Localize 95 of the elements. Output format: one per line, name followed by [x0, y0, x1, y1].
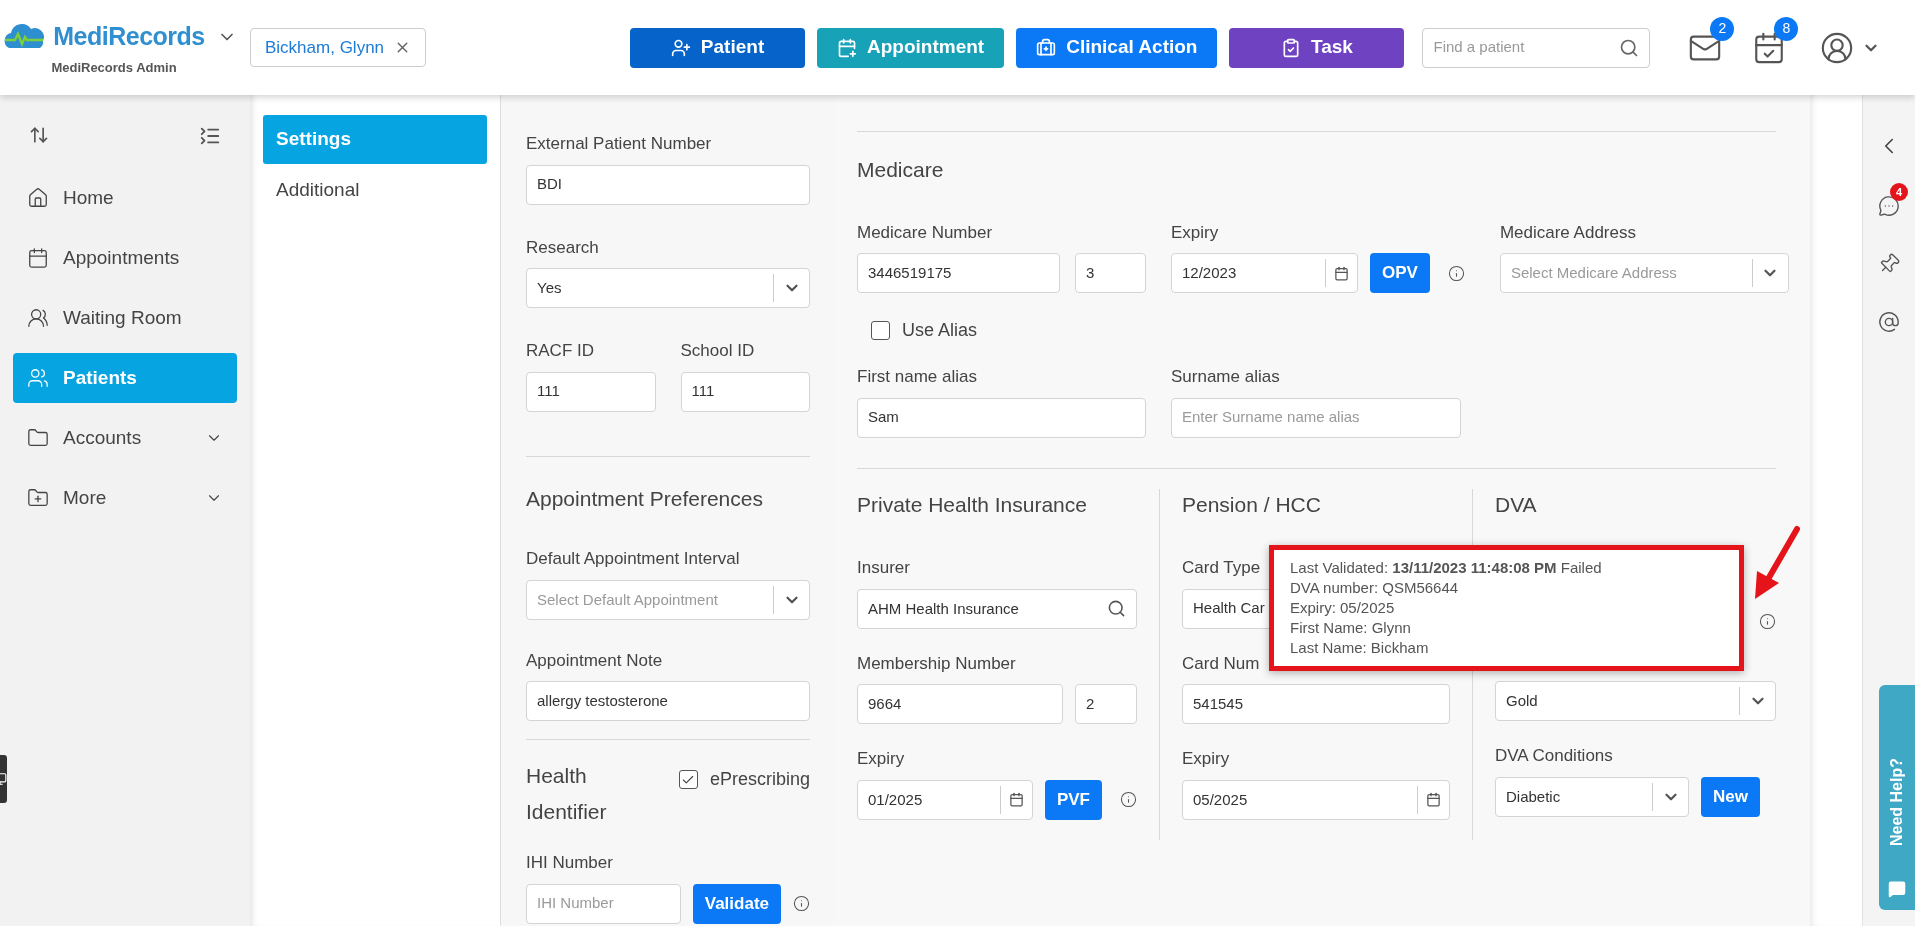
nav-item[interactable]: Accounts — [13, 413, 237, 463]
checkbox-label: ePrescribing — [709, 768, 810, 791]
input-field[interactable]: BDI — [526, 164, 810, 205]
pvf-button[interactable]: PVF — [1044, 779, 1102, 820]
field-label: DVA Conditions — [1495, 745, 1613, 767]
up-down-arrow-icon[interactable] — [29, 125, 49, 145]
field-label: Surname alias — [1171, 366, 1280, 388]
field-label: Medicare Number — [857, 221, 993, 244]
collapse-icon[interactable] — [199, 125, 221, 147]
info-icon[interactable] — [793, 895, 810, 912]
section-heading: Health Identifier — [526, 763, 608, 825]
person-add-icon — [670, 37, 691, 58]
folder-plus-icon — [27, 487, 49, 509]
tooltip-line: Last Validated: 13/11/2023 11:48:08 PM Failed — [1290, 558, 1603, 578]
notification-badge: 2 — [1710, 16, 1735, 41]
info-icon[interactable] — [1447, 264, 1465, 282]
tooltip-line: DVA number: QSM56644 — [1290, 578, 1460, 598]
field-label: Insurer — [857, 557, 910, 579]
folder-icon — [27, 427, 49, 449]
notification-badge: 8 — [1774, 16, 1799, 41]
nav-item[interactable]: Home — [13, 173, 237, 223]
field-label: Expiry — [1182, 748, 1230, 770]
people-icon — [27, 307, 49, 329]
input-field[interactable]: 541545 — [1182, 684, 1450, 724]
checkbox[interactable] — [871, 321, 890, 340]
input-field[interactable]: 2 — [1075, 684, 1137, 724]
checkbox[interactable] — [678, 770, 698, 789]
input-field[interactable]: 111 — [680, 371, 810, 412]
calendar-icon — [27, 247, 49, 269]
input-field[interactable]: allergy testosterone — [526, 681, 810, 721]
home-icon — [27, 187, 49, 209]
brand-logo-text: MediRecords — [53, 21, 205, 52]
opv-button[interactable]: OPV — [1370, 253, 1430, 293]
input-field[interactable]: 3 — [1075, 253, 1146, 293]
search-icon — [1107, 599, 1126, 618]
field-label: Research — [526, 236, 599, 259]
input-field[interactable]: 111 — [526, 371, 656, 412]
user-avatar-icon[interactable] — [1820, 30, 1855, 65]
tooltip-line: Expiry: 05/2025 — [1290, 598, 1396, 618]
clipboard-icon — [1281, 37, 1301, 58]
field-label: First name alias — [857, 366, 977, 388]
field-label: Membership Number — [857, 652, 1016, 675]
input-field[interactable]: Sam — [857, 397, 1146, 438]
checkbox-label: Use Alias — [902, 319, 978, 342]
section-heading: Pension / HCC — [1182, 491, 1322, 518]
select-field[interactable]: Yes — [526, 268, 810, 308]
chat-icon[interactable] — [1878, 195, 1900, 217]
action-button[interactable]: Clinical Action — [1016, 27, 1218, 68]
field-label: Medicare Address — [1499, 221, 1636, 244]
chat-bubble-icon — [1888, 880, 1906, 898]
field-label: Appointment Note — [526, 649, 663, 672]
field-label: IHI Number — [526, 852, 613, 874]
select-field[interactable]: Diabetic — [1495, 776, 1689, 817]
search-icon — [1619, 37, 1640, 58]
section-heading: Medicare — [857, 157, 945, 183]
info-icon[interactable] — [1759, 613, 1776, 630]
calendar-icon — [1008, 792, 1024, 807]
field-label: RACF ID — [526, 340, 594, 362]
account-subtitle: MediRecords Admin — [51, 58, 177, 77]
calendar-icon — [1334, 265, 1349, 281]
calendar-icon — [1426, 792, 1441, 807]
action-button[interactable]: Task — [1229, 27, 1405, 68]
field-label: Expiry — [1171, 221, 1219, 244]
date-field[interactable]: 05/2025 — [1182, 779, 1450, 820]
date-field[interactable]: 01/2025 — [857, 779, 1033, 820]
patient-chip[interactable]: Bickham, Glynn — [250, 28, 427, 67]
section-heading: Appointment Preferences — [526, 485, 764, 512]
field-label: Card Num — [1182, 652, 1260, 675]
tooltip-line: Last Name: Bickham — [1290, 638, 1430, 658]
medical-kit-icon — [1036, 37, 1057, 58]
select-field[interactable]: Gold — [1495, 681, 1776, 721]
nav-item[interactable]: Appointments — [13, 233, 237, 283]
settings-menu-item[interactable]: Additional — [263, 166, 487, 215]
tooltip-line: First Name: Glynn — [1290, 618, 1412, 638]
new-button[interactable]: New — [1701, 776, 1760, 817]
action-button[interactable]: Patient — [630, 27, 806, 68]
section-heading: DVA — [1495, 491, 1538, 518]
search-field[interactable]: AHM Health Insurance — [857, 588, 1137, 629]
field-label: External Patient Number — [526, 133, 712, 155]
field-label: Expiry — [857, 748, 905, 770]
notification-badge: 4 — [1890, 183, 1908, 201]
calendar-plus-icon — [837, 37, 858, 58]
field-label: School ID — [680, 340, 755, 362]
validate-button[interactable]: Validate — [692, 883, 781, 924]
nav-item[interactable]: Waiting Room — [13, 293, 237, 343]
at-sign-icon[interactable] — [1878, 311, 1900, 333]
input-field[interactable]: 9664 — [857, 684, 1063, 724]
nav-item[interactable]: More — [13, 473, 237, 523]
section-heading: Private Health Insurance — [857, 491, 1088, 518]
input-field[interactable]: 3446519175 — [857, 253, 1060, 293]
date-field[interactable]: 12/2023 — [1171, 253, 1358, 293]
info-icon[interactable] — [1120, 791, 1137, 808]
field-label: Default Appointment Interval — [526, 548, 740, 570]
people-icon — [27, 367, 49, 389]
field-label: Card Type — [1182, 557, 1261, 579]
